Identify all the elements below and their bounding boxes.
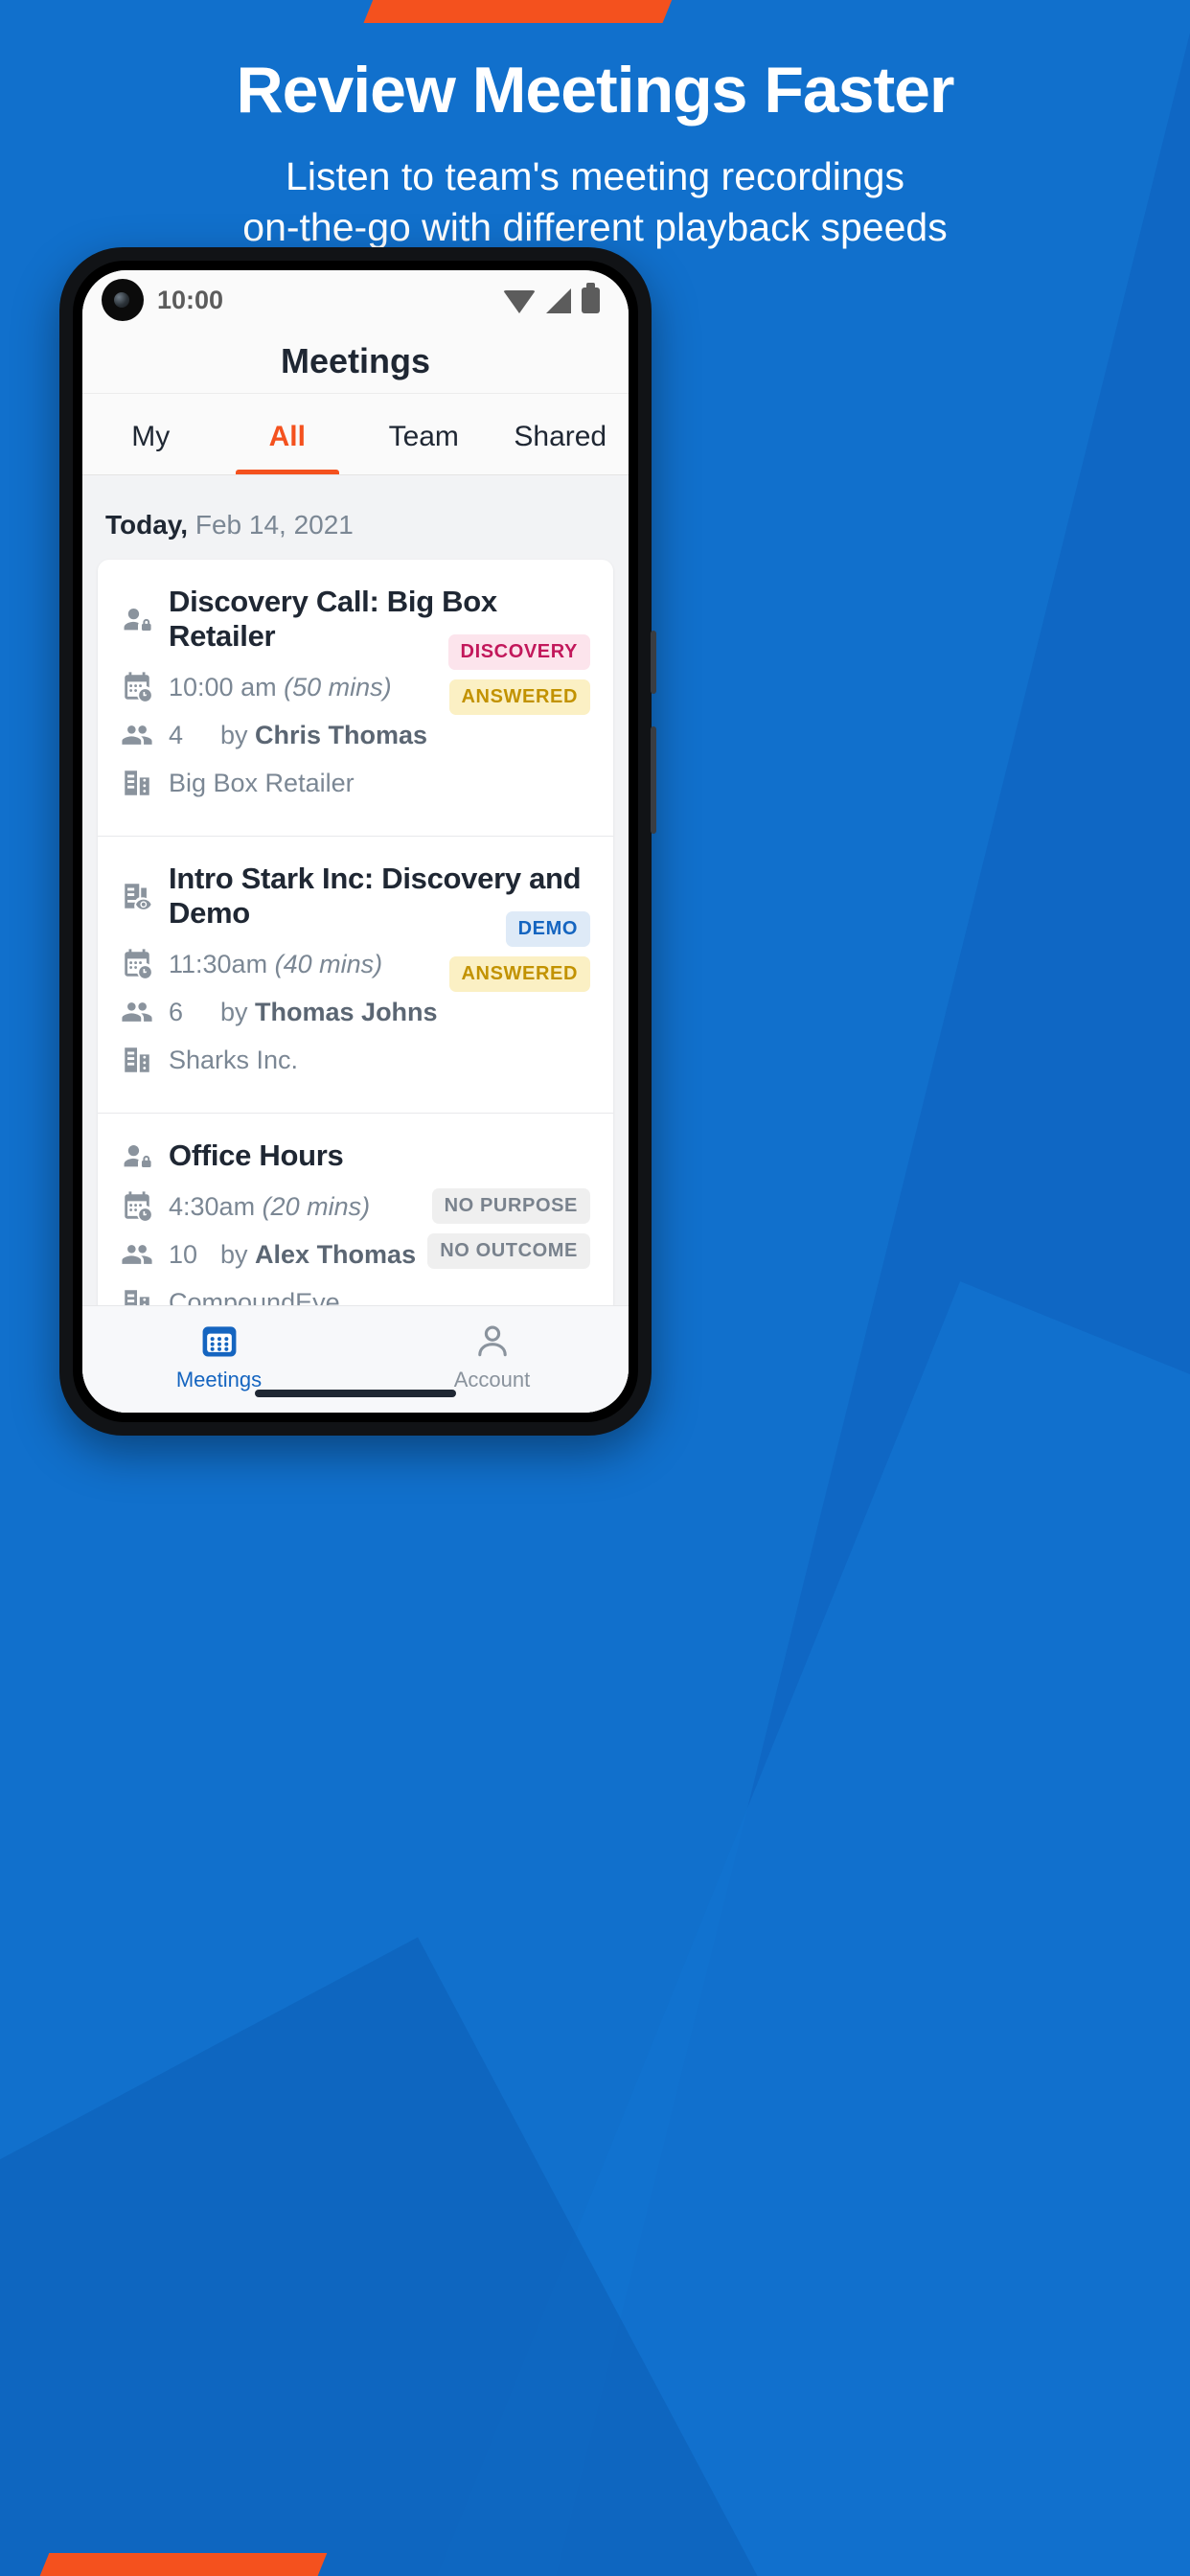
status-badge-outcome: ANSWERED (448, 956, 590, 992)
page-title: Meetings (280, 341, 431, 380)
meeting-item-intro-stark-inc[interactable]: Intro Stark Inc: Discovery and Demo 11:3… (98, 836, 613, 1113)
phone-side-button-power[interactable] (651, 726, 656, 834)
building-icon (121, 767, 153, 799)
status-bar: 10:00 (82, 270, 629, 330)
status-bar-clock: 10:00 (157, 285, 224, 314)
wifi-icon (503, 289, 536, 313)
day-label: Today, (105, 510, 189, 540)
meeting-time: 4:30am (20 mins) (169, 1191, 371, 1221)
top-accent-stripe (363, 0, 683, 23)
meeting-attendee-count: 10 (169, 1239, 198, 1269)
phone-side-button-volume[interactable] (651, 631, 656, 694)
person-lock-icon (121, 603, 153, 635)
signal-icon (546, 288, 571, 313)
meeting-company-row: Sharks Inc. (121, 1044, 590, 1076)
promo-text-block: Review Meetings Faster Listen to team's … (0, 54, 1190, 252)
meeting-company-row: Big Box Retailer (121, 767, 590, 799)
meeting-organizer: by Alex Thomas (220, 1239, 417, 1269)
tab-my[interactable]: My (82, 394, 219, 474)
meeting-item-discovery-call[interactable]: Discovery Call: Big Box Retailer 10:00 a… (98, 560, 613, 836)
phone-bezel: 10:00 Meetings My All Team Shared Today,… (73, 261, 638, 1422)
promo-headline: Review Meetings Faster (236, 54, 955, 126)
tab-all[interactable]: All (219, 394, 356, 474)
meetings-list[interactable]: Today, Feb 14, 2021 Discovery Call: Big … (82, 475, 629, 1413)
meeting-company: Big Box Retailer (169, 768, 355, 797)
status-bar-right (503, 282, 600, 313)
meeting-title-row: Office Hours (121, 1138, 590, 1173)
status-bar-left: 10:00 (102, 279, 223, 321)
people-icon (121, 996, 153, 1028)
status-badge-outcome: NO OUTCOME (427, 1233, 590, 1269)
meeting-badges: DISCOVERY ANSWERED (447, 634, 590, 724)
meeting-badges: DEMO ANSWERED (448, 911, 590, 1001)
tab-bar: My All Team Shared (82, 393, 629, 475)
meeting-badges: NO PURPOSE NO OUTCOME (427, 1188, 590, 1278)
meeting-organizer: by Thomas Johns (220, 997, 438, 1026)
meeting-time: 11:30am (40 mins) (169, 949, 383, 978)
status-badge-outcome: ANSWERED (448, 679, 590, 715)
meeting-attendee-count: 6 (169, 997, 184, 1026)
meeting-card-group-today: Discovery Call: Big Box Retailer 10:00 a… (98, 560, 613, 1355)
bottom-accent-stripe (31, 2553, 328, 2576)
calendar-clock-icon (121, 671, 153, 703)
people-icon (121, 1238, 153, 1271)
building-icon (121, 1044, 153, 1076)
meeting-title: Office Hours (169, 1138, 344, 1172)
phone-screen: 10:00 Meetings My All Team Shared Today,… (82, 270, 629, 1413)
promo-subheadline-line2: on-the-go with different playback speeds (242, 204, 948, 249)
people-icon (121, 719, 153, 751)
day-header-today: Today, Feb 14, 2021 (82, 475, 629, 560)
person-lock-icon (121, 1139, 153, 1172)
phone-mockup: 10:00 Meetings My All Team Shared Today,… (59, 247, 656, 1436)
promo-subheadline-line1: Listen to team's meeting recordings (286, 154, 904, 199)
tab-team[interactable]: Team (355, 394, 492, 474)
meeting-company: Sharks Inc. (169, 1045, 299, 1074)
app-bar: Meetings (82, 330, 629, 393)
status-badge-purpose: DEMO (505, 911, 590, 947)
front-camera-punch-hole (102, 279, 144, 321)
bottom-navigation-bar: Meetings Account (82, 1305, 629, 1413)
nav-item-meetings[interactable]: Meetings (82, 1320, 355, 1392)
nav-item-account[interactable]: Account (355, 1320, 629, 1392)
meeting-time: 10:00 am (50 mins) (169, 672, 392, 702)
building-eye-icon (121, 880, 153, 912)
calendar-clock-icon (121, 948, 153, 980)
day-date: Feb 14, 2021 (195, 510, 354, 540)
battery-icon (582, 282, 600, 313)
tab-shared[interactable]: Shared (492, 394, 629, 474)
promo-subheadline: Listen to team's meeting recordings on-t… (0, 151, 1190, 252)
status-badge-purpose: NO PURPOSE (431, 1188, 590, 1224)
calendar-clock-icon (121, 1190, 153, 1223)
meeting-attendee-count: 4 (169, 720, 184, 749)
calendar-icon (198, 1320, 240, 1362)
meeting-organizer: by Chris Thomas (220, 720, 428, 749)
person-icon (471, 1320, 514, 1362)
status-badge-purpose: DISCOVERY (447, 634, 590, 670)
home-indicator[interactable] (255, 1390, 456, 1397)
